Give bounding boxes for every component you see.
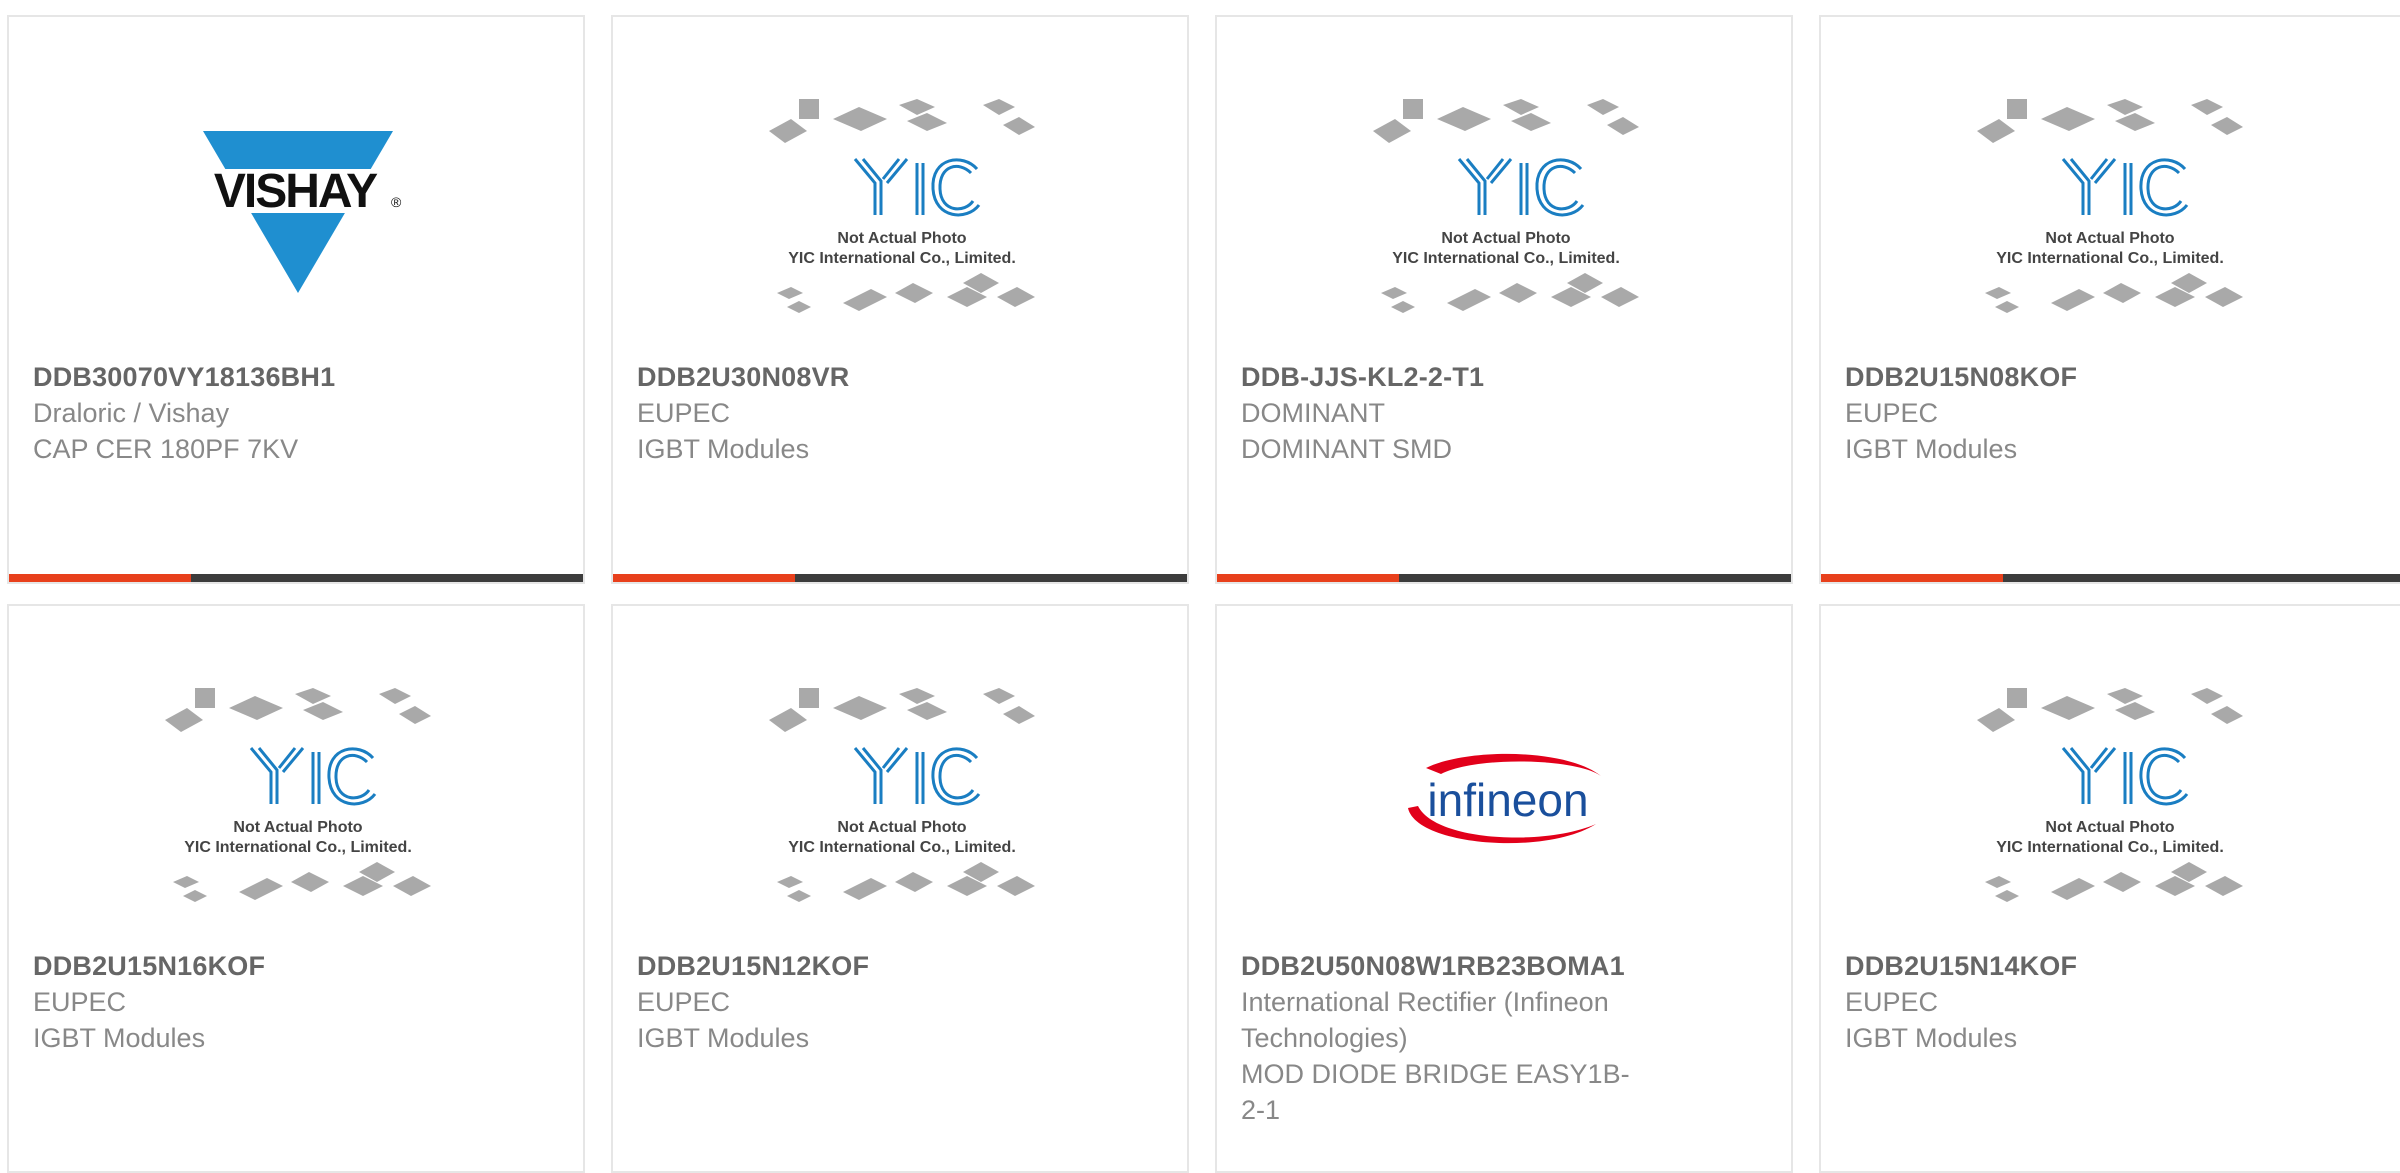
yic-placeholder-icon: Not Actual Photo YIC International Co., … bbox=[1977, 99, 2243, 313]
svg-text:infineon: infineon bbox=[1427, 774, 1588, 826]
product-image[interactable]: Not Actual Photo YIC International Co., … bbox=[1937, 686, 2283, 916]
svg-text:Not Actual Photo: Not Actual Photo bbox=[1441, 230, 1570, 247]
description: IGBT Modules bbox=[1845, 1023, 2018, 1053]
yic-placeholder-icon: Not Actual Photo YIC International Co., … bbox=[769, 688, 1035, 902]
part-number[interactable]: DDB2U15N08KOF bbox=[1845, 359, 2255, 395]
svg-text:YIC International Co., Limited: YIC International Co., Limited. bbox=[788, 250, 1016, 267]
product-card[interactable]: Not Actual Photo YIC International Co., … bbox=[1819, 15, 2400, 584]
product-card[interactable]: Not Actual Photo YIC International Co., … bbox=[611, 604, 1189, 1173]
product-image[interactable]: Not Actual Photo YIC International Co., … bbox=[1937, 97, 2283, 327]
product-image[interactable]: Not Actual Photo YIC International Co., … bbox=[1333, 97, 1679, 327]
yic-placeholder-icon: Not Actual Photo YIC International Co., … bbox=[1373, 99, 1639, 313]
card-accent-bar bbox=[1217, 574, 1791, 582]
manufacturer: DOMINANT bbox=[1241, 398, 1385, 428]
svg-text:VISHAY: VISHAY bbox=[214, 165, 378, 218]
product-card[interactable]: infineon DDB2U50N08W1RB23BOMA1 Internati… bbox=[1215, 604, 1793, 1173]
product-grid: VISHAY ® DDB30070VY18136BH1 Draloric / V… bbox=[0, 0, 2400, 1173]
description: IGBT Modules bbox=[1845, 434, 2018, 464]
part-number[interactable]: DDB2U50N08W1RB23BOMA1 bbox=[1241, 948, 1651, 984]
manufacturer: EUPEC bbox=[1845, 987, 1939, 1017]
svg-text:YIC International Co., Limited: YIC International Co., Limited. bbox=[788, 839, 1016, 856]
part-number[interactable]: DDB2U15N16KOF bbox=[33, 948, 443, 984]
svg-text:YIC International Co., Limited: YIC International Co., Limited. bbox=[1392, 250, 1620, 267]
description: IGBT Modules bbox=[637, 1023, 810, 1053]
svg-text:Not Actual Photo: Not Actual Photo bbox=[2045, 230, 2174, 247]
description: IGBT Modules bbox=[33, 1023, 206, 1053]
manufacturer: EUPEC bbox=[637, 987, 731, 1017]
card-accent-bar bbox=[9, 574, 583, 582]
manufacturer: International Rectifier (Infineon Techno… bbox=[1241, 987, 1609, 1053]
svg-text:®: ® bbox=[391, 194, 402, 210]
manufacturer: EUPEC bbox=[637, 398, 731, 428]
manufacturer: EUPEC bbox=[1845, 398, 1939, 428]
product-image[interactable]: Not Actual Photo YIC International Co., … bbox=[729, 97, 1075, 327]
part-number[interactable]: DDB2U30N08VR bbox=[637, 359, 1047, 395]
part-number[interactable]: DDB-JJS-KL2-2-T1 bbox=[1241, 359, 1651, 395]
svg-text:Not Actual Photo: Not Actual Photo bbox=[233, 819, 362, 836]
description: IGBT Modules bbox=[637, 434, 810, 464]
part-number[interactable]: DDB2U15N14KOF bbox=[1845, 948, 2255, 984]
product-image[interactable]: Not Actual Photo YIC International Co., … bbox=[729, 686, 1075, 916]
card-accent-bar bbox=[613, 574, 1187, 582]
yic-placeholder-icon: Not Actual Photo YIC International Co., … bbox=[165, 688, 431, 902]
product-card[interactable]: Not Actual Photo YIC International Co., … bbox=[1215, 15, 1793, 584]
description: MOD DIODE BRIDGE EASY1B-2-1 bbox=[1241, 1059, 1630, 1125]
svg-text:YIC International Co., Limited: YIC International Co., Limited. bbox=[1996, 839, 2224, 856]
product-card[interactable]: VISHAY ® DDB30070VY18136BH1 Draloric / V… bbox=[7, 15, 585, 584]
product-image[interactable]: VISHAY ® bbox=[125, 97, 471, 327]
svg-text:Not Actual Photo: Not Actual Photo bbox=[837, 819, 966, 836]
product-card[interactable]: Not Actual Photo YIC International Co., … bbox=[7, 604, 585, 1173]
yic-placeholder-icon: Not Actual Photo YIC International Co., … bbox=[769, 99, 1035, 313]
card-accent-bar bbox=[1821, 574, 2400, 582]
svg-text:Not Actual Photo: Not Actual Photo bbox=[837, 230, 966, 247]
svg-text:YIC International Co., Limited: YIC International Co., Limited. bbox=[184, 839, 412, 856]
product-card[interactable]: Not Actual Photo YIC International Co., … bbox=[1819, 604, 2400, 1173]
svg-text:Not Actual Photo: Not Actual Photo bbox=[2045, 819, 2174, 836]
part-number[interactable]: DDB30070VY18136BH1 bbox=[33, 359, 443, 395]
product-card[interactable]: Not Actual Photo YIC International Co., … bbox=[611, 15, 1189, 584]
product-image[interactable]: infineon bbox=[1333, 686, 1679, 916]
product-image[interactable]: Not Actual Photo YIC International Co., … bbox=[125, 686, 471, 916]
infineon-logo-icon: infineon bbox=[1408, 753, 1601, 844]
svg-text:YIC International Co., Limited: YIC International Co., Limited. bbox=[1996, 250, 2224, 267]
manufacturer: EUPEC bbox=[33, 987, 127, 1017]
vishay-logo-icon: VISHAY ® bbox=[193, 131, 403, 293]
description: DOMINANT SMD bbox=[1241, 434, 1453, 464]
manufacturer: Draloric / Vishay bbox=[33, 398, 230, 428]
yic-placeholder-icon: Not Actual Photo YIC International Co., … bbox=[1977, 688, 2243, 902]
description: CAP CER 180PF 7KV bbox=[33, 434, 299, 464]
part-number[interactable]: DDB2U15N12KOF bbox=[637, 948, 1047, 984]
